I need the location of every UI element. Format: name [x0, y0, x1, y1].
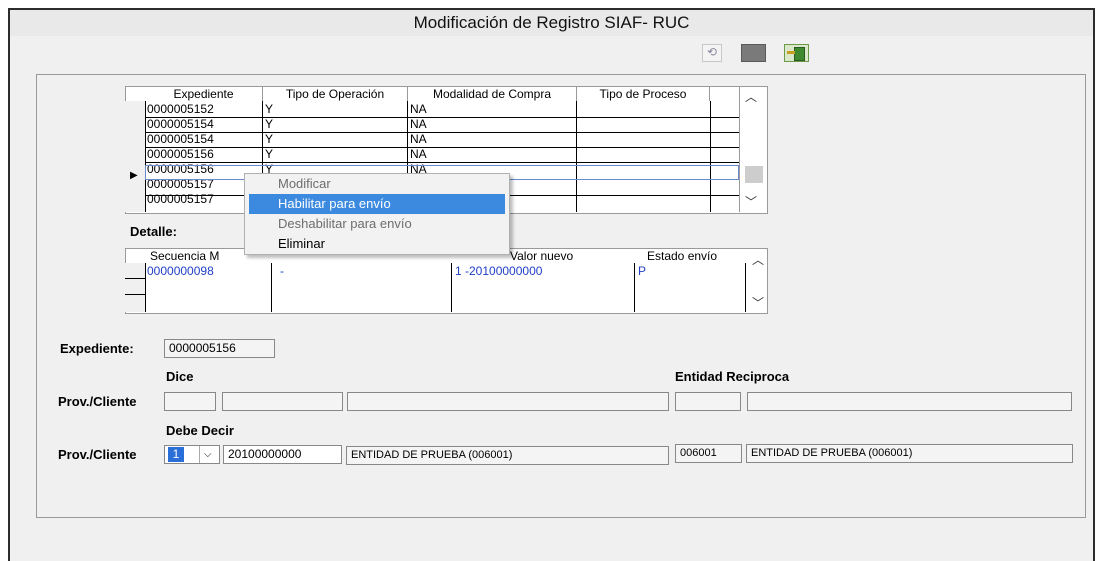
menu-item-habilitar[interactable]: Habilitar para envío — [249, 194, 505, 214]
dice-ruc-field[interactable] — [222, 392, 343, 411]
detalle-scroll-up-icon[interactable]: ︿ — [752, 251, 764, 268]
detalle-header-secuencia: Secuencia M — [150, 249, 220, 263]
dice-entidad-code-field[interactable] — [675, 392, 741, 411]
detalle-row-selector — [125, 263, 146, 312]
window-title: Modificación de Registro SIAF- RUC — [10, 10, 1093, 36]
grid-header-expediente: Expediente — [145, 87, 263, 101]
scroll-down-icon[interactable]: ﹀ — [745, 193, 757, 210]
expediente-field[interactable]: 0000005156 — [164, 339, 275, 358]
current-row-marker: ▶ — [130, 170, 138, 181]
detalle-cell-valor-nuevo: 1 -20100000000 — [455, 264, 543, 278]
square-icon[interactable] — [741, 44, 766, 62]
undo-icon[interactable]: ⟲ — [702, 44, 722, 62]
debe-decir-label: Debe Decir — [166, 423, 234, 438]
detalle-header-estado-envio: Estado envío — [647, 249, 718, 263]
grid-header-tipo-operacion: Tipo de Operación — [263, 87, 408, 101]
scrollbar-thumb[interactable] — [745, 166, 763, 183]
row-selector-column — [125, 101, 146, 212]
exit-door-icon[interactable] — [784, 44, 809, 62]
chevron-down-icon[interactable]: ⌵ — [204, 446, 212, 463]
entidad-reciproca-label: Entidad Reciproca — [675, 369, 790, 384]
debe-ruc-field[interactable]: 20100000000 — [223, 445, 342, 464]
tipo-select[interactable]: 1 ⌵ — [164, 445, 220, 464]
debe-entidad-nombre-field[interactable]: ENTIDAD DE PRUEBA (006001) — [746, 444, 1073, 463]
detalle-label: Detalle: — [130, 224, 177, 239]
expediente-label: Expediente: — [60, 341, 134, 356]
debe-entidad-code-field[interactable]: 006001 — [675, 444, 742, 463]
detalle-cell-estado: P — [638, 264, 647, 278]
grid-header-tipo-proceso: Tipo de Proceso — [577, 87, 710, 101]
menu-item-modificar[interactable]: Modificar — [245, 174, 509, 194]
detalle-cell-valor-anterior: - — [280, 264, 284, 278]
context-menu: Modificar Habilitar para envío Deshabili… — [244, 173, 510, 255]
dice-prov-label: Prov./Cliente — [58, 394, 137, 409]
dice-tipo-field[interactable] — [164, 392, 216, 411]
menu-item-deshabilitar[interactable]: Deshabilitar para envío — [245, 214, 509, 234]
grid-header-modalidad: Modalidad de Compra — [408, 87, 577, 101]
menu-item-eliminar[interactable]: Eliminar — [245, 234, 509, 254]
debe-nombre-field[interactable]: ENTIDAD DE PRUEBA (006001) — [346, 446, 669, 465]
dice-entidad-nombre-field[interactable] — [747, 392, 1072, 411]
dice-label: Dice — [166, 369, 194, 384]
detalle-cell-secuencia: 0000000098 — [147, 264, 214, 278]
detalle-scroll-down-icon[interactable]: ﹀ — [752, 294, 764, 311]
debe-prov-label: Prov./Cliente — [58, 447, 137, 462]
dice-nombre-field[interactable] — [347, 392, 669, 411]
scroll-up-icon[interactable]: ︿ — [745, 88, 757, 105]
tipo-select-value: 1 — [168, 447, 184, 462]
detalle-header-valor-nuevo: Valor nuevo — [510, 249, 574, 263]
